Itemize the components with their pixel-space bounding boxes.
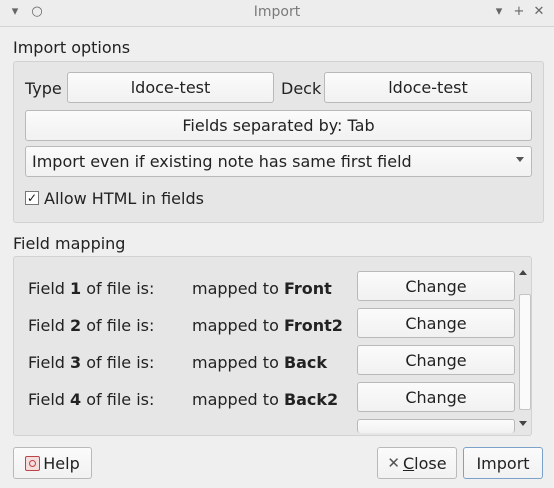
deck-label: Deck bbox=[281, 79, 322, 98]
field-prefix: Field bbox=[28, 316, 71, 335]
duplicate-mode-select[interactable]: Import even if existing note has same fi… bbox=[25, 146, 532, 177]
change-button[interactable]: Change bbox=[357, 345, 515, 375]
deck-button[interactable]: ldoce-test bbox=[324, 72, 532, 103]
help-button[interactable]: Help bbox=[13, 447, 92, 479]
type-label: Type bbox=[25, 79, 62, 98]
import-button[interactable]: Import bbox=[463, 447, 543, 479]
mapped-prefix: mapped to bbox=[192, 279, 284, 298]
field-number: 4 bbox=[70, 390, 82, 409]
import-options-title: Import options bbox=[13, 38, 131, 57]
type-button[interactable]: ldoce-test bbox=[67, 72, 274, 103]
mapped-prefix: mapped to bbox=[192, 316, 284, 335]
field-number: 2 bbox=[70, 316, 82, 335]
field-row-label: Field 2 of file is: bbox=[28, 316, 154, 335]
change-button[interactable]: Change bbox=[357, 382, 515, 412]
help-label: Help bbox=[43, 453, 80, 473]
scroll-down-icon[interactable] bbox=[519, 421, 527, 426]
close-button[interactable]: ✕ Close bbox=[377, 447, 457, 479]
field-row-label: Field 4 of file is: bbox=[28, 390, 154, 409]
field-prefix: Field bbox=[28, 353, 71, 372]
change-button-partial[interactable] bbox=[357, 419, 515, 433]
mapped-to-label: mapped to Front2 bbox=[192, 316, 343, 335]
chevron-down-icon bbox=[516, 157, 524, 162]
field-mapping-title: Field mapping bbox=[13, 234, 126, 253]
field-suffix: of file is: bbox=[81, 279, 155, 298]
mapped-target: Back2 bbox=[283, 390, 339, 409]
mapped-to-label: mapped to Back bbox=[192, 353, 327, 372]
mapped-prefix: mapped to bbox=[192, 353, 284, 372]
scroll-up-icon[interactable] bbox=[519, 270, 527, 275]
field-row-label: Field 1 of file is: bbox=[28, 279, 154, 298]
field-number: 1 bbox=[70, 279, 82, 298]
mapped-to-label: mapped to Front bbox=[192, 279, 332, 298]
allow-html-label: Allow HTML in fields bbox=[44, 189, 204, 208]
close-mnemonic: C bbox=[402, 453, 415, 473]
field-suffix: of file is: bbox=[81, 316, 155, 335]
mapped-target: Front bbox=[283, 279, 332, 298]
field-prefix: Field bbox=[28, 279, 71, 298]
scroll-thumb[interactable] bbox=[519, 294, 531, 410]
mapped-target: Front2 bbox=[283, 316, 343, 335]
mapped-target: Back bbox=[283, 353, 328, 372]
close-label: lose bbox=[414, 453, 447, 473]
mapped-prefix: mapped to bbox=[192, 390, 284, 409]
allow-html-checkbox[interactable]: ✓ bbox=[25, 191, 39, 205]
change-button[interactable]: Change bbox=[357, 308, 515, 338]
mapped-to-label: mapped to Back2 bbox=[192, 390, 338, 409]
help-icon bbox=[25, 455, 41, 471]
close-window-icon[interactable]: ✕ bbox=[530, 3, 548, 21]
close-icon: ✕ bbox=[387, 454, 400, 472]
title-bar: ▾ ○ Import ▾ + ✕ bbox=[0, 0, 554, 27]
field-number: 3 bbox=[70, 353, 82, 372]
minimize-icon[interactable]: ▾ bbox=[490, 3, 508, 21]
maximize-icon[interactable]: + bbox=[510, 3, 528, 21]
field-prefix: Field bbox=[28, 390, 71, 409]
duplicate-mode-value: Import even if existing note has same fi… bbox=[32, 152, 412, 171]
fields-separated-button[interactable]: Fields separated by: Tab bbox=[25, 110, 532, 141]
change-button[interactable]: Change bbox=[357, 271, 515, 301]
scroll-track[interactable] bbox=[518, 280, 531, 416]
field-suffix: of file is: bbox=[81, 390, 155, 409]
mapping-scrollbar[interactable] bbox=[516, 266, 531, 430]
window-title: Import bbox=[253, 4, 301, 20]
field-suffix: of file is: bbox=[81, 353, 155, 372]
field-row-label: Field 3 of file is: bbox=[28, 353, 154, 372]
